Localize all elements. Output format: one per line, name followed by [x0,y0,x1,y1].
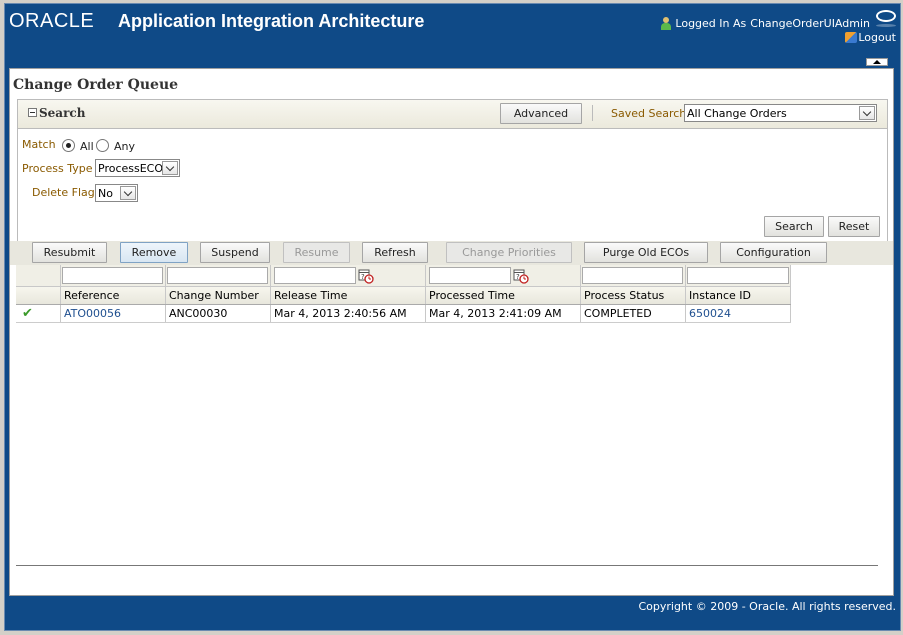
purge-old-ecos-label: Purge Old ECOs [602,246,690,259]
user-info: Logged In As ChangeOrderUIAdmin [661,17,870,30]
match-all-label: All [80,140,94,153]
reset-button[interactable]: Reset [828,216,880,237]
advanced-button[interactable]: Advanced [500,103,582,124]
column-header-process-status[interactable]: Process Status [580,287,685,304]
process-status-cell: COMPLETED [580,305,685,322]
logout-link[interactable]: Logout [845,31,896,44]
purge-old-ecos-button[interactable]: Purge Old ECOs [584,242,708,263]
instance-id-link[interactable]: 650024 [685,305,791,322]
username: ChangeOrderUIAdmin [750,17,870,30]
resubmit-label: Resubmit [43,246,96,259]
configuration-label: Configuration [736,246,811,259]
logout-icon [845,32,858,43]
search-title: Search [39,106,86,120]
change-number-cell: ANC00030 [165,305,270,322]
main-content: Change Order Queue Search Advanced Saved… [9,68,894,596]
change-number-filter-input[interactable] [167,267,268,284]
release-time-filter-input[interactable] [274,267,356,284]
table-header-row: Reference Change Number Release Time Pro… [16,287,791,305]
table-bottom-divider [16,565,878,566]
chevron-down-icon [162,161,178,175]
column-header-processed-time[interactable]: Processed Time [425,287,580,304]
remove-button[interactable]: Remove [120,242,188,263]
refresh-label: Refresh [374,246,416,259]
user-icon [661,17,672,30]
column-header-status [16,287,60,304]
resubmit-button[interactable]: Resubmit [32,242,107,263]
search-button-label: Search [775,220,813,233]
saved-search-label: Saved Search [611,107,687,120]
match-any-radio[interactable] [96,139,109,152]
divider [592,105,593,121]
chevron-down-icon [859,106,875,120]
reference-filter-input[interactable] [62,267,163,284]
match-label: Match [22,138,56,151]
column-header-reference[interactable]: Reference [60,287,165,304]
copyright-text: Copyright © 2009 - Oracle. All rights re… [638,600,896,613]
column-header-instance-id[interactable]: Instance ID [685,287,791,304]
search-panel: Search Advanced Saved Search All Change … [17,99,888,243]
process-status-filter-input[interactable] [582,267,683,284]
table-row[interactable]: ✔ ATO00056 ANC00030 Mar 4, 2013 2:40:56 … [16,305,791,323]
app-frame: ORACLE Application Integration Architect… [4,3,901,631]
filter-cell-status [16,265,60,286]
delete-flag-select[interactable]: No [95,184,138,202]
resume-label: Resume [294,246,339,259]
saved-search-value: All Change Orders [687,106,787,120]
page-title: Change Order Queue [13,77,179,93]
processed-time-filter-input[interactable] [429,267,511,284]
chevron-down-icon [120,186,136,200]
change-priorities-button[interactable]: Change Priorities [446,242,572,263]
logout-label: Logout [858,31,896,44]
reference-link[interactable]: ATO00056 [60,305,165,322]
search-header: Search Advanced Saved Search All Change … [18,100,887,129]
suspend-label: Suspend [211,246,259,259]
configuration-button[interactable]: Configuration [720,242,827,263]
advanced-label: Advanced [513,107,569,120]
column-header-release-time[interactable]: Release Time [270,287,425,304]
app-title: Application Integration Architecture [118,11,425,31]
process-type-label: Process Type [22,162,93,175]
calendar-icon[interactable]: ? [358,268,374,284]
process-type-select[interactable]: ProcessECO [95,159,180,177]
filter-row: ? ? [16,265,791,287]
reset-button-label: Reset [838,220,870,233]
app-header: ORACLE Application Integration Architect… [5,4,900,66]
svg-text:?: ? [361,273,365,281]
collapse-search-icon[interactable] [28,108,37,117]
collapse-header-button[interactable] [866,58,888,66]
release-time-cell: Mar 4, 2013 2:40:56 AM [270,305,425,322]
search-button[interactable]: Search [764,216,824,237]
svg-text:?: ? [516,273,520,281]
process-type-value: ProcessECO [98,161,164,175]
oracle-o-shadow [876,24,896,27]
delete-flag-label: Delete Flag [32,186,95,199]
column-header-change-number[interactable]: Change Number [165,287,270,304]
check-icon: ✔ [22,306,33,321]
match-all-radio[interactable] [62,139,75,152]
suspend-button[interactable]: Suspend [200,242,270,263]
calendar-icon[interactable]: ? [513,268,529,284]
change-priorities-label: Change Priorities [462,246,556,259]
resume-button[interactable]: Resume [283,242,350,263]
saved-search-select[interactable]: All Change Orders [684,104,877,122]
processed-time-cell: Mar 4, 2013 2:41:09 AM [425,305,580,322]
refresh-button[interactable]: Refresh [362,242,428,263]
action-toolbar: Resubmit Remove Suspend Resume Refresh C… [10,241,893,265]
logged-in-label: Logged In As [675,17,747,30]
remove-label: Remove [131,246,177,259]
match-any-label: Any [114,140,136,153]
delete-flag-value: No [98,186,113,200]
oracle-logo: ORACLE [9,10,95,32]
oracle-o-icon [876,10,896,22]
instance-id-filter-input[interactable] [687,267,789,284]
